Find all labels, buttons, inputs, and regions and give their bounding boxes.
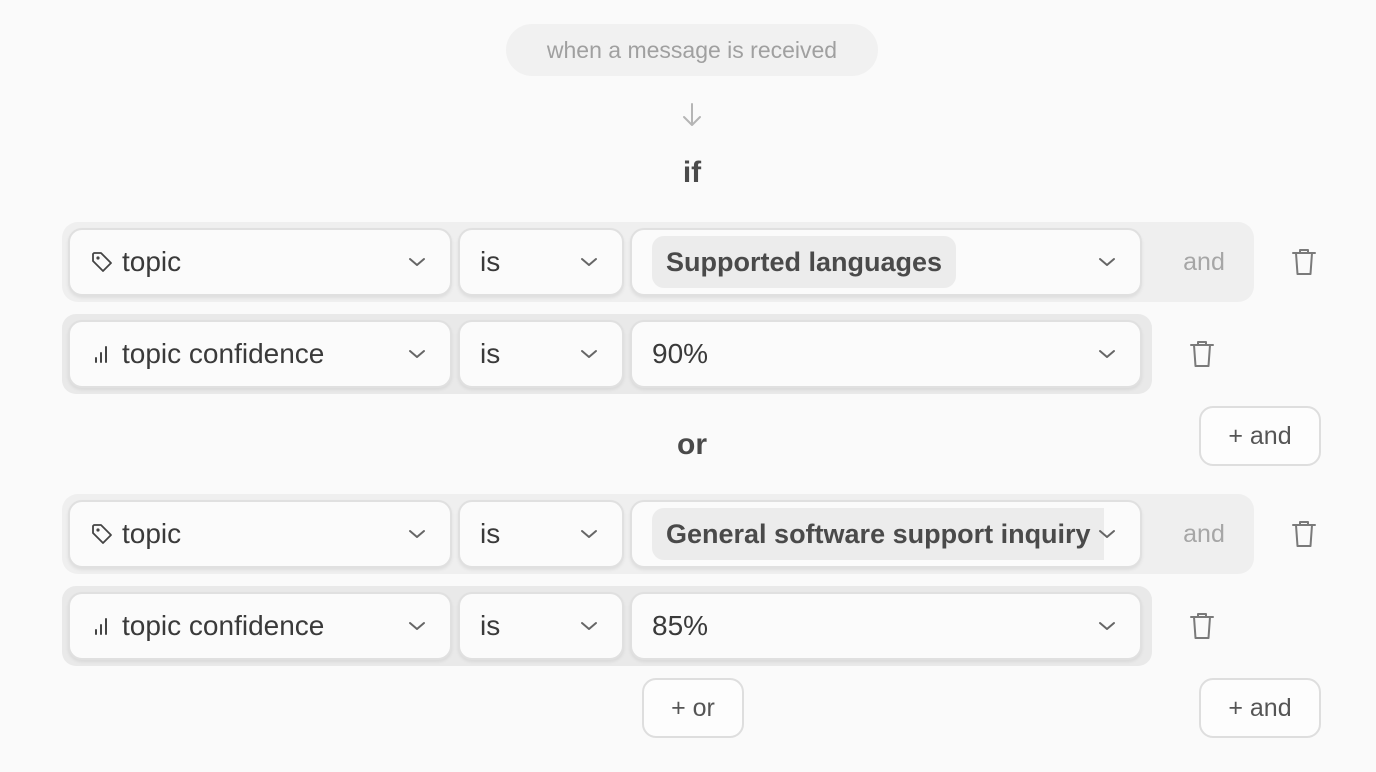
- chevron-down-icon: [1099, 622, 1115, 630]
- operator-label: is: [480, 610, 501, 641]
- value-select[interactable]: Supported languages: [630, 228, 1142, 296]
- add-and-button[interactable]: + and: [1199, 678, 1321, 738]
- and-connector-label: and: [1183, 247, 1225, 276]
- chevron-down-icon: [409, 622, 425, 630]
- chevron-down-icon: [1099, 530, 1115, 538]
- trigger-label: when a message is received: [546, 36, 838, 63]
- value-chip: General software support inquiry: [652, 508, 1104, 560]
- chevron-down-icon: [1099, 258, 1115, 266]
- add-or-button[interactable]: + or: [642, 678, 744, 738]
- value-select[interactable]: 90%: [630, 320, 1142, 388]
- and-connector-label: and: [1183, 519, 1225, 548]
- value-select[interactable]: General software support inquiry: [630, 500, 1142, 568]
- value-label: 85%: [652, 610, 709, 641]
- operator-label: is: [480, 518, 501, 549]
- operator-label: is: [480, 338, 501, 369]
- value-chip: Supported languages: [652, 236, 957, 288]
- bar-chart-icon: [95, 346, 107, 363]
- chevron-down-icon: [1099, 350, 1115, 358]
- operator-label: is: [480, 246, 501, 277]
- field-select[interactable]: topic: [68, 228, 452, 296]
- chevron-down-icon: [581, 350, 597, 358]
- chevron-down-icon: [409, 530, 425, 538]
- trash-icon[interactable]: [1290, 519, 1318, 549]
- operator-select[interactable]: is: [458, 592, 624, 660]
- if-label: if: [682, 156, 702, 189]
- operator-select[interactable]: is: [458, 500, 624, 568]
- trigger-pill[interactable]: when a message is received: [506, 24, 878, 76]
- field-select[interactable]: topic confidence: [68, 592, 452, 660]
- field-label: topic confidence: [122, 610, 325, 641]
- value-label: 90%: [652, 338, 709, 369]
- chevron-down-icon: [409, 258, 425, 266]
- field-select[interactable]: topic: [68, 500, 452, 568]
- chevron-down-icon: [581, 530, 597, 538]
- trash-icon[interactable]: [1188, 339, 1216, 369]
- value-select[interactable]: 85%: [630, 592, 1142, 660]
- chevron-down-icon: [581, 258, 597, 266]
- operator-select[interactable]: is: [458, 320, 624, 388]
- add-and-button[interactable]: + and: [1199, 406, 1321, 466]
- bar-chart-icon: [95, 618, 107, 635]
- or-label: or: [677, 428, 707, 461]
- field-select[interactable]: topic confidence: [68, 320, 452, 388]
- field-label: topic: [122, 518, 182, 549]
- operator-select[interactable]: is: [458, 228, 624, 296]
- tag-icon: [92, 252, 112, 272]
- field-label: topic confidence: [122, 338, 325, 369]
- arrow-down-icon: [683, 103, 701, 126]
- field-label: topic: [122, 246, 182, 277]
- tag-icon: [92, 524, 112, 544]
- trash-icon[interactable]: [1188, 611, 1216, 641]
- chevron-down-icon: [409, 350, 425, 358]
- trash-icon[interactable]: [1290, 247, 1318, 277]
- chevron-down-icon: [581, 622, 597, 630]
